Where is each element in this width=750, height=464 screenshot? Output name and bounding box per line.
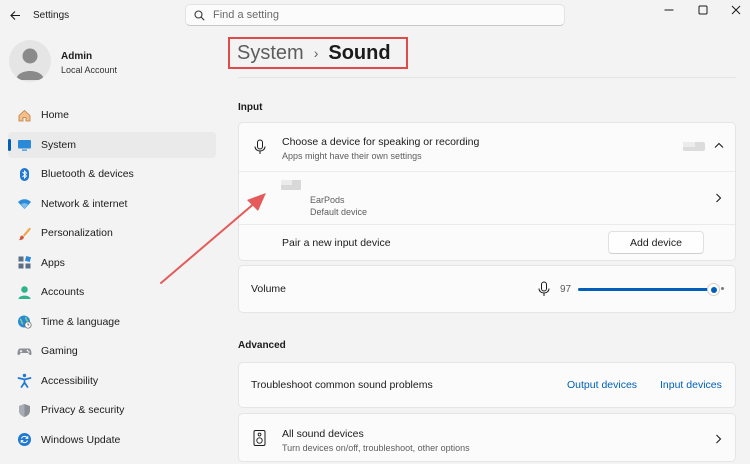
annotation-arrow-icon (160, 193, 266, 284)
